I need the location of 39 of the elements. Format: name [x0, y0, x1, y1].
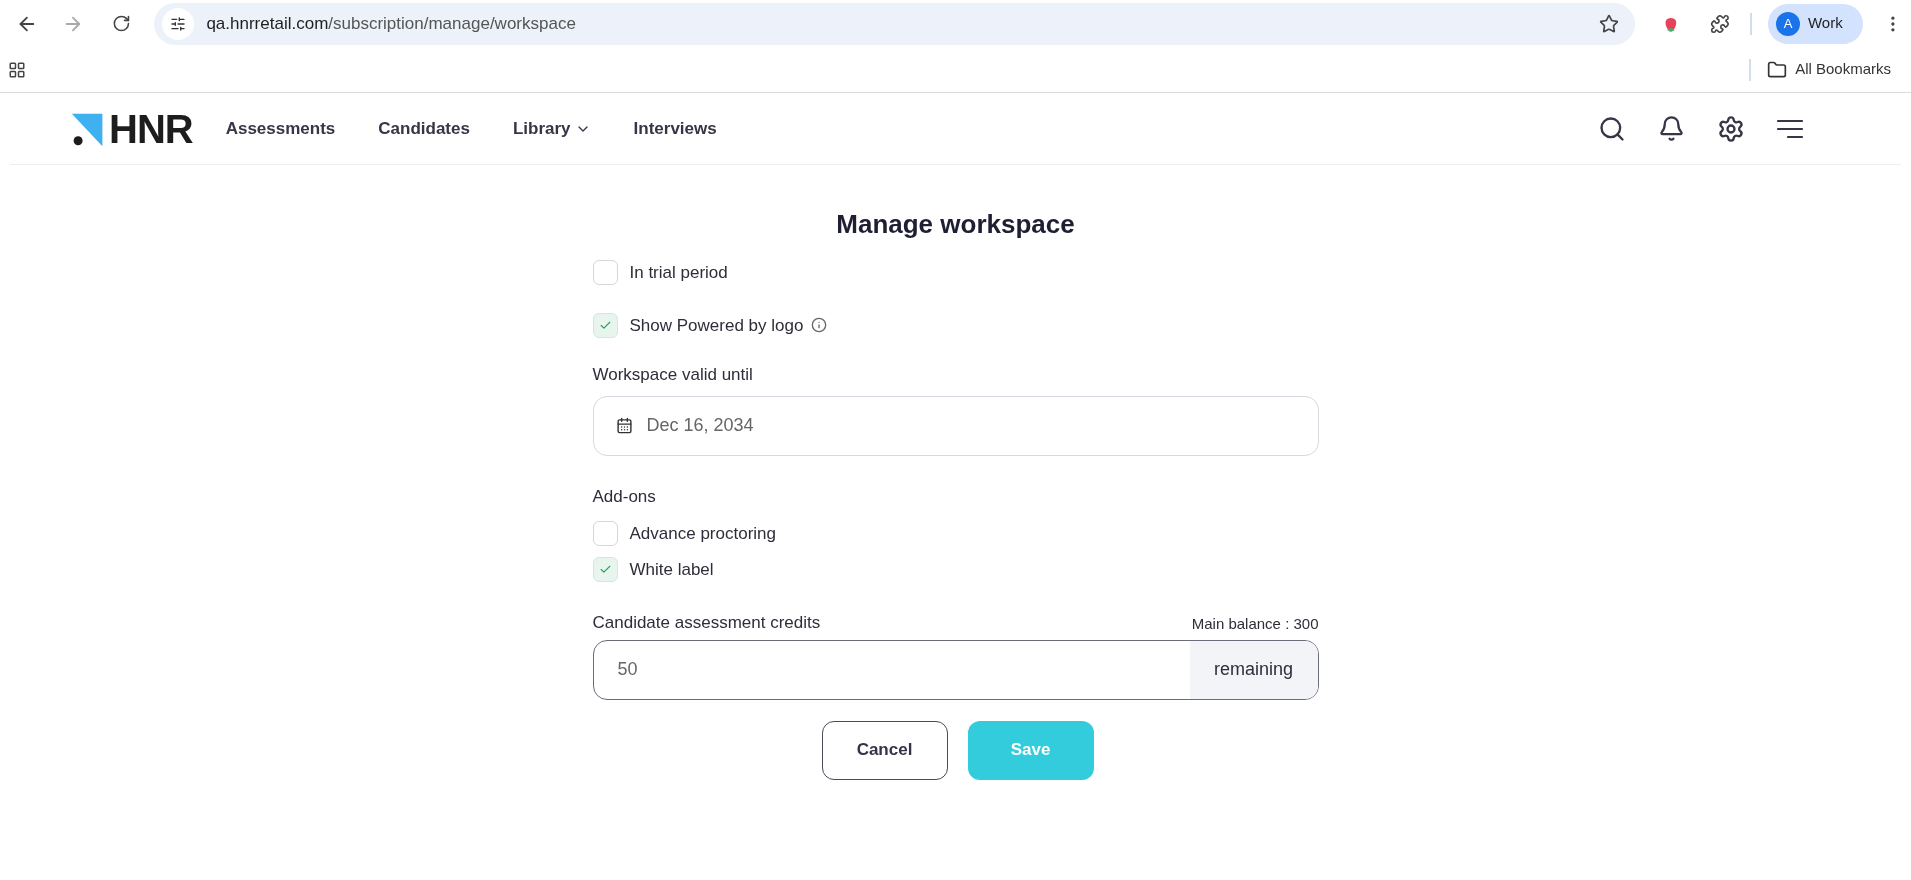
- profile-button[interactable]: A Work: [1767, 3, 1864, 44]
- bookmarks-folder[interactable]: All Bookmarks: [1767, 58, 1891, 81]
- star-icon[interactable]: [1599, 13, 1620, 34]
- apps-icon[interactable]: [8, 60, 26, 79]
- address-bar[interactable]: qa.hnrretail.com/subscription/manage/workspace: [154, 2, 1636, 45]
- url-text: qa.hnrretail.com/subscription/manage/workspace: [206, 12, 576, 35]
- nav-link[interactable]: Assessments: [225, 115, 336, 142]
- field-label: Workspace valid until: [592, 364, 754, 386]
- checkbox[interactable]: [592, 556, 618, 582]
- nav-link[interactable]: Library: [512, 115, 591, 142]
- checkbox[interactable]: [592, 260, 618, 286]
- balance-text: Main balance : 300: [1191, 614, 1319, 634]
- info-icon[interactable]: [811, 317, 828, 334]
- date-field[interactable]: Dec 16, 2034: [592, 395, 1319, 456]
- settings-icon[interactable]: [1717, 114, 1745, 143]
- checkbox-label: Advance proctoring: [629, 523, 776, 545]
- field-label: Candidate assessment credits: [592, 612, 821, 634]
- reload-icon[interactable]: [111, 14, 131, 33]
- checkbox-label: Show Powered by logo: [629, 314, 804, 337]
- logo[interactable]: HNR: [70, 109, 193, 148]
- menu-lines-icon[interactable]: [1777, 118, 1803, 139]
- page-title: Manage workspace: [835, 208, 1076, 241]
- calendar-icon: [615, 417, 633, 434]
- search-icon[interactable]: [1598, 114, 1626, 143]
- bell-icon[interactable]: [1658, 115, 1685, 142]
- checkbox-label: White label: [629, 558, 714, 581]
- credits-field[interactable]: 50 remaining: [592, 639, 1319, 700]
- checkbox[interactable]: [592, 312, 618, 338]
- nav-link[interactable]: Interviews: [633, 115, 717, 142]
- nav-link[interactable]: Candidates: [378, 115, 470, 142]
- section-label: Add-ons: [592, 485, 657, 508]
- profile-name: Work: [1807, 13, 1843, 34]
- site-settings-icon[interactable]: [170, 15, 187, 32]
- cancel-button[interactable]: Cancel: [821, 720, 948, 780]
- suffix-label: remaining: [1189, 640, 1318, 699]
- folder-icon: [1767, 59, 1788, 80]
- extensions-icon[interactable]: [1710, 13, 1730, 34]
- checkbox[interactable]: [592, 521, 618, 547]
- checkbox-label: In trial period: [629, 262, 728, 284]
